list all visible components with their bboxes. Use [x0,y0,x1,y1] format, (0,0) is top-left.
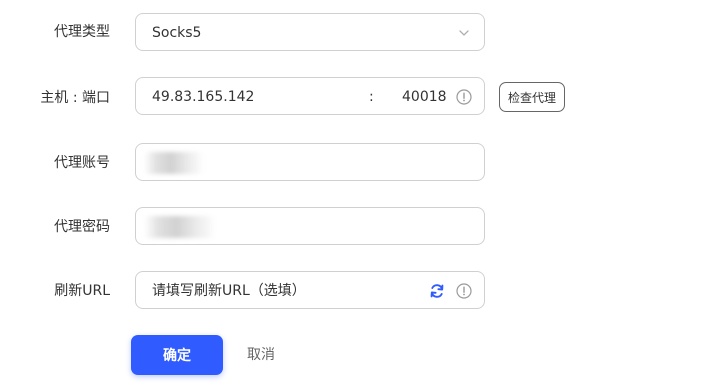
host-input[interactable]: 49.83.165.142 [152,87,254,107]
proxy-type-label: 代理类型 [54,24,110,40]
port-input[interactable]: 40018 [402,87,447,107]
proxy-password-label: 代理密码 [54,219,110,235]
proxy-account-label: 代理账号 [54,155,110,171]
host-port-label: 主机 : 端口 [40,90,110,106]
proxy-account-input[interactable] [135,143,485,181]
cancel-button[interactable]: 取消 [247,345,275,365]
refresh-icon[interactable] [429,283,445,299]
redacted-value [144,216,216,238]
proxy-password-input[interactable] [135,207,485,245]
refresh-url-label: 刷新URL [54,283,110,299]
proxy-type-select[interactable]: Socks5 [135,13,485,51]
host-port-field[interactable]: 49.83.165.142 : 40018 [135,77,485,115]
info-icon [456,283,472,299]
proxy-type-value: Socks5 [152,25,202,41]
confirm-button[interactable]: 确定 [131,335,223,375]
redacted-value [144,152,204,174]
refresh-url-input[interactable]: 请填写刷新URL（选填） [135,271,485,309]
host-port-separator: : [369,89,374,105]
refresh-url-placeholder: 请填写刷新URL（选填） [152,283,306,299]
info-icon [456,89,472,105]
chevron-down-icon [459,30,469,36]
check-proxy-button[interactable]: 检查代理 [499,82,565,112]
